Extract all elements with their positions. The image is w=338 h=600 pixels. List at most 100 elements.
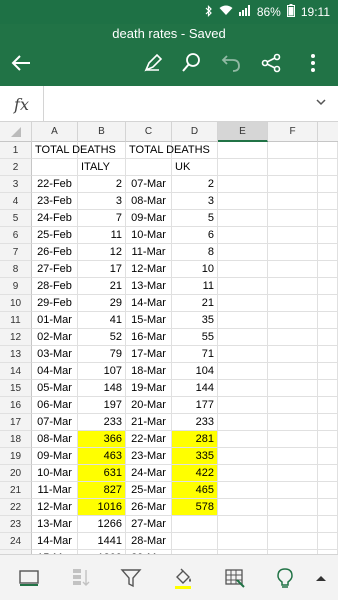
cell-c10[interactable]: 14-Mar [126, 295, 172, 312]
cell-g15[interactable] [318, 380, 338, 397]
cell-f7[interactable] [268, 244, 318, 261]
cell-d11[interactable]: 35 [172, 312, 218, 329]
cell-e6[interactable] [218, 227, 268, 244]
cell-c13[interactable]: 17-Mar [126, 346, 172, 363]
cell-g4[interactable] [318, 193, 338, 210]
cell-b9[interactable]: 21 [78, 278, 126, 295]
row-header[interactable]: 8 [0, 261, 32, 278]
row-header[interactable]: 5 [0, 210, 32, 227]
cell-d1[interactable] [172, 142, 218, 159]
cell-f12[interactable] [268, 329, 318, 346]
cell-f10[interactable] [268, 295, 318, 312]
cell-b24[interactable]: 1441 [78, 533, 126, 550]
cell-f19[interactable] [268, 448, 318, 465]
row-header[interactable]: 23 [0, 516, 32, 533]
cell-f5[interactable] [268, 210, 318, 227]
cell-b2[interactable]: ITALY [78, 159, 126, 176]
cell-d23[interactable] [172, 516, 218, 533]
cell-f24[interactable] [268, 533, 318, 550]
row-header[interactable]: 14 [0, 363, 32, 380]
cell-e8[interactable] [218, 261, 268, 278]
cell-d21[interactable]: 465 [172, 482, 218, 499]
expand-up-icon[interactable] [306, 563, 336, 593]
cell-d13[interactable]: 71 [172, 346, 218, 363]
cell-g24[interactable] [318, 533, 338, 550]
lightbulb-icon[interactable] [270, 563, 300, 593]
cell-d14[interactable]: 104 [172, 363, 218, 380]
cell-e18[interactable] [218, 431, 268, 448]
cell-c24[interactable]: 28-Mar [126, 533, 172, 550]
cell-c23[interactable]: 27-Mar [126, 516, 172, 533]
more-vert-icon[interactable] [298, 48, 328, 78]
cell-g13[interactable] [318, 346, 338, 363]
cell-b1[interactable] [78, 142, 126, 159]
cell-d7[interactable]: 8 [172, 244, 218, 261]
cell-f3[interactable] [268, 176, 318, 193]
cell-f17[interactable] [268, 414, 318, 431]
cell-e11[interactable] [218, 312, 268, 329]
cell-e4[interactable] [218, 193, 268, 210]
row-header[interactable]: 19 [0, 448, 32, 465]
cell-g11[interactable] [318, 312, 338, 329]
cell-a7[interactable]: 26-Feb [32, 244, 78, 261]
cell-d2[interactable]: UK [172, 159, 218, 176]
cell-a22[interactable]: 12-Mar [32, 499, 78, 516]
cell-f8[interactable] [268, 261, 318, 278]
cell-f23[interactable] [268, 516, 318, 533]
fill-color-icon[interactable] [168, 563, 198, 593]
cell-b15[interactable]: 148 [78, 380, 126, 397]
cell-f20[interactable] [268, 465, 318, 482]
column-header-d[interactable]: D [172, 122, 218, 142]
cell-g22[interactable] [318, 499, 338, 516]
cell-g17[interactable] [318, 414, 338, 431]
filter-icon[interactable] [116, 563, 146, 593]
row-header[interactable]: 1 [0, 142, 32, 159]
cell-d22[interactable]: 578 [172, 499, 218, 516]
row-header[interactable]: 20 [0, 465, 32, 482]
cell-c12[interactable]: 16-Mar [126, 329, 172, 346]
cell-b5[interactable]: 7 [78, 210, 126, 227]
cell-d18[interactable]: 281 [172, 431, 218, 448]
cell-c2[interactable] [126, 159, 172, 176]
row-header[interactable]: 12 [0, 329, 32, 346]
cell-a13[interactable]: 03-Mar [32, 346, 78, 363]
cell-c8[interactable]: 12-Mar [126, 261, 172, 278]
cell-c20[interactable]: 24-Mar [126, 465, 172, 482]
cell-b23[interactable]: 1266 [78, 516, 126, 533]
cell-f6[interactable] [268, 227, 318, 244]
cell-a24[interactable]: 14-Mar [32, 533, 78, 550]
cell-e10[interactable] [218, 295, 268, 312]
cell-c7[interactable]: 11-Mar [126, 244, 172, 261]
cell-f4[interactable] [268, 193, 318, 210]
cell-g19[interactable] [318, 448, 338, 465]
cell-a12[interactable]: 02-Mar [32, 329, 78, 346]
cell-e24[interactable] [218, 533, 268, 550]
cell-f22[interactable] [268, 499, 318, 516]
cell-a4[interactable]: 23-Feb [32, 193, 78, 210]
row-header[interactable]: 16 [0, 397, 32, 414]
cell-b20[interactable]: 631 [78, 465, 126, 482]
cell-d3[interactable]: 2 [172, 176, 218, 193]
back-arrow-icon[interactable] [6, 48, 36, 78]
cell-a19[interactable]: 09-Mar [32, 448, 78, 465]
row-header[interactable]: 22 [0, 499, 32, 516]
cell-f15[interactable] [268, 380, 318, 397]
cell-a5[interactable]: 24-Feb [32, 210, 78, 227]
cell-g5[interactable] [318, 210, 338, 227]
row-header[interactable]: 3 [0, 176, 32, 193]
cell-e1[interactable] [218, 142, 268, 159]
cell-g18[interactable] [318, 431, 338, 448]
spreadsheet-grid[interactable]: A B C D E F 1 TOTAL DEATHS TOTAL DEATHS 2 IT… [0, 122, 338, 554]
row-header[interactable]: 11 [0, 312, 32, 329]
cell-g12[interactable] [318, 329, 338, 346]
cell-a2[interactable] [32, 159, 78, 176]
cell-f11[interactable] [268, 312, 318, 329]
cell-d8[interactable]: 10 [172, 261, 218, 278]
row-header[interactable]: 9 [0, 278, 32, 295]
sort-icon[interactable] [66, 563, 96, 593]
cell-f13[interactable] [268, 346, 318, 363]
chevron-down-icon[interactable] [314, 95, 328, 114]
column-header-c[interactable]: C [126, 122, 172, 142]
cell-c22[interactable]: 26-Mar [126, 499, 172, 516]
cell-f2[interactable] [268, 159, 318, 176]
